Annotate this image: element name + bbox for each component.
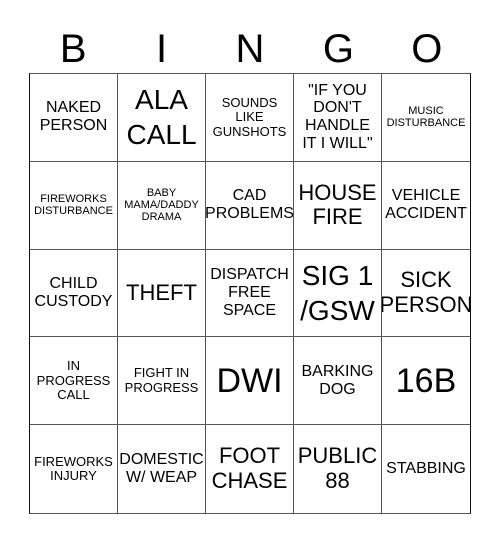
header-letter-n: N <box>235 27 265 71</box>
bingo-header: B I N G O <box>29 26 471 72</box>
bingo-cell[interactable]: HOUSE FIRE <box>294 161 382 250</box>
bingo-cell[interactable]: VEHICLE ACCIDENT <box>382 162 470 250</box>
bingo-cell[interactable]: BABY MAMA/DADDY DRAMA <box>118 161 206 250</box>
header-letter-i: I <box>156 27 168 71</box>
bingo-cell[interactable]: MUSIC DISTURBANCE <box>382 74 470 162</box>
bingo-cell[interactable]: DWI <box>206 337 294 426</box>
bingo-cell[interactable]: PUBLIC 88 <box>294 425 382 513</box>
bingo-cell[interactable]: FIREWORKS INJURY <box>30 425 118 513</box>
bingo-board: NAKED PERSON ALA CALL SOUNDS LIKE GUNSHO… <box>29 73 471 514</box>
bingo-cell[interactable]: FOOT CHASE <box>206 425 294 513</box>
bingo-cell[interactable]: "IF YOU DON'T HANDLE IT I WILL" <box>294 74 382 162</box>
bingo-cell[interactable]: CHILD CUSTODY <box>30 249 118 338</box>
bingo-cell[interactable]: SOUNDS LIKE GUNSHOTS <box>206 74 294 162</box>
bingo-cell[interactable]: SIG 1 /GSW <box>294 249 382 338</box>
bingo-cell[interactable]: ALA CALL <box>118 74 206 162</box>
header-letter-g: G <box>322 27 354 71</box>
bingo-cell[interactable]: STABBING <box>382 425 470 513</box>
bingo-cell[interactable]: BARKING DOG <box>294 337 382 426</box>
bingo-cell[interactable]: FIREWORKS DISTURBANCE <box>30 161 118 250</box>
bingo-cell[interactable]: DOMESTIC W/ WEAP <box>118 425 206 513</box>
bingo-cell[interactable]: SICK PERSON <box>382 250 470 338</box>
bingo-cell[interactable]: FIGHT IN PROGRESS <box>118 337 206 426</box>
bingo-cell[interactable]: 16B <box>382 337 470 426</box>
header-letter-o: O <box>411 27 443 71</box>
bingo-cell[interactable]: NAKED PERSON <box>30 74 118 162</box>
header-letter-b: B <box>59 27 87 71</box>
bingo-cell[interactable]: THEFT <box>118 249 206 338</box>
bingo-cell[interactable]: IN PROGRESS CALL <box>30 337 118 426</box>
bingo-cell[interactable]: CAD PROBLEMS <box>206 161 294 250</box>
free-space-cell[interactable]: DISPATCH FREE SPACE <box>206 249 294 338</box>
